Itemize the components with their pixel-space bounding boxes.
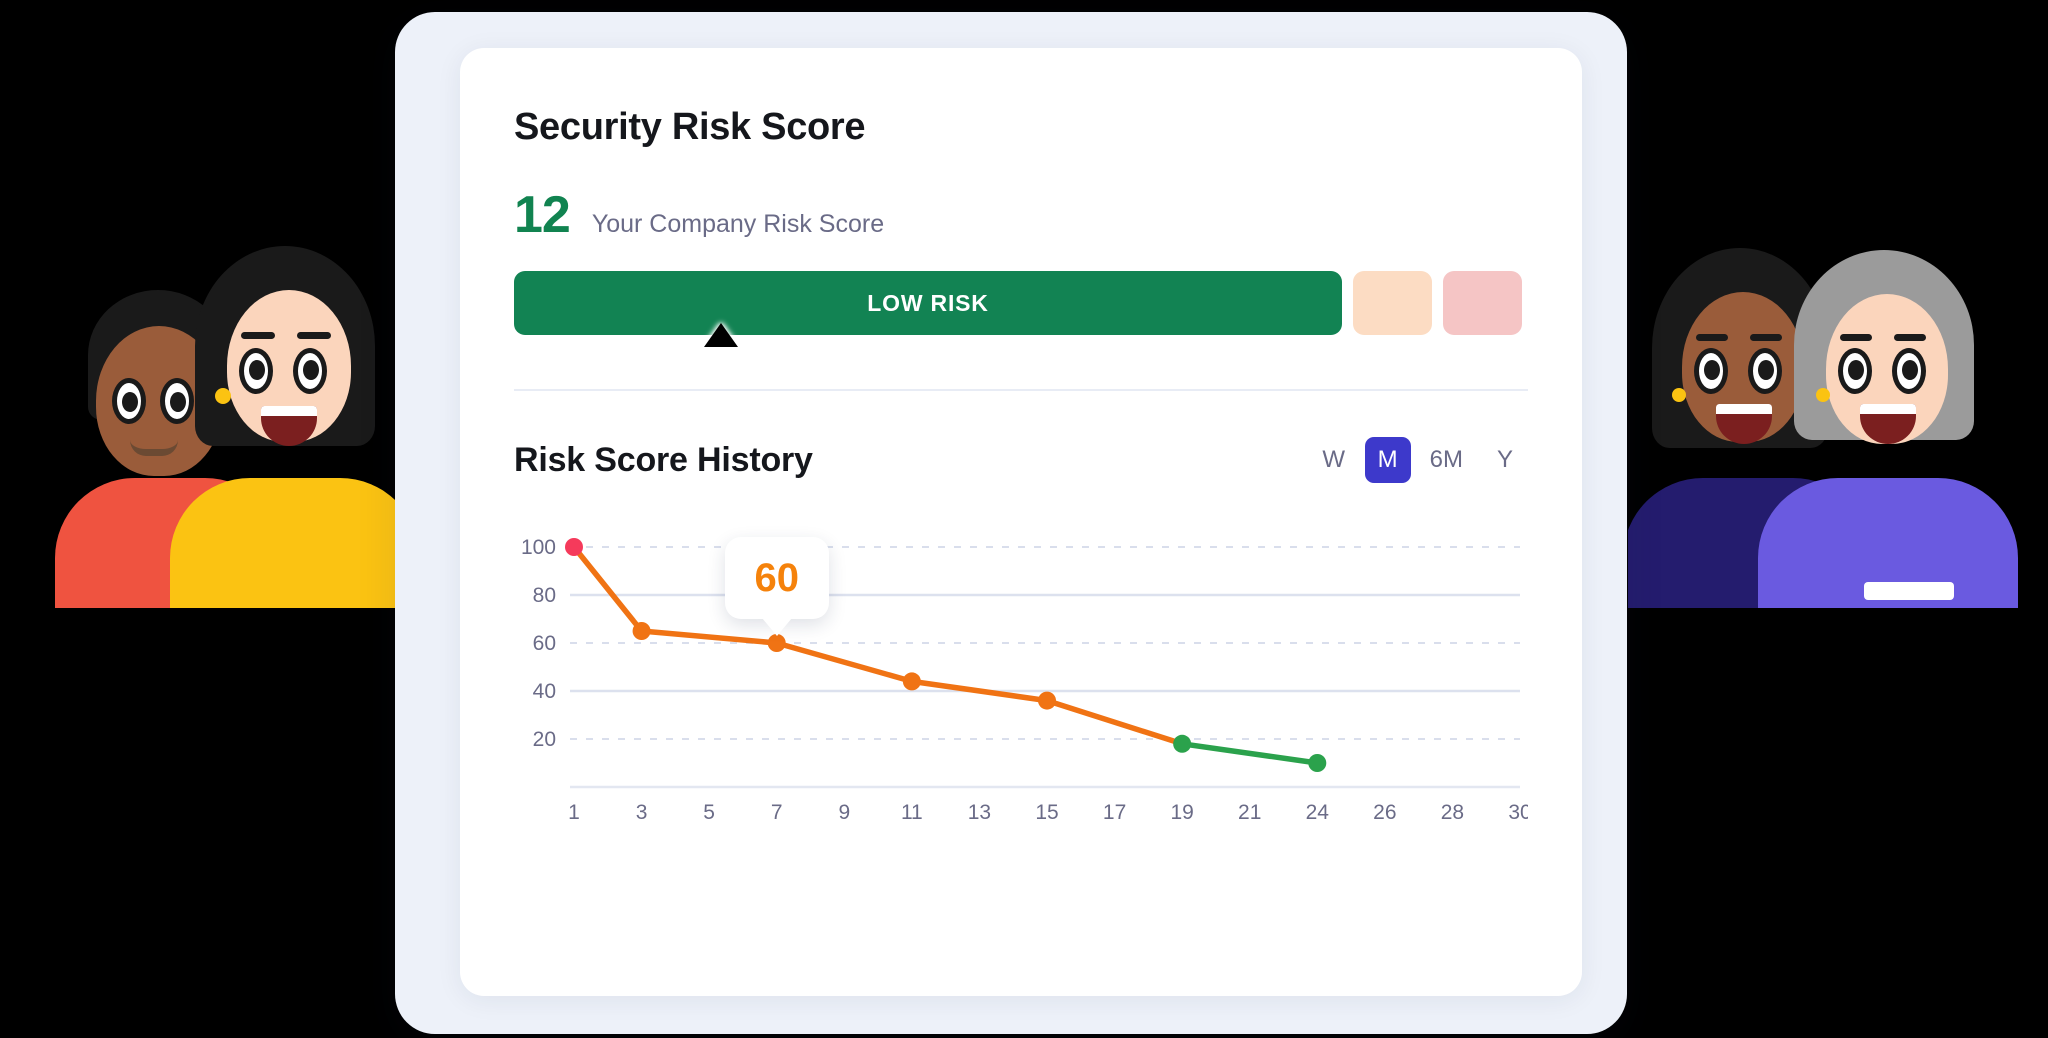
- illustration-people-right: [1628, 0, 2048, 1038]
- illustration-people-left: [0, 0, 400, 1038]
- chart-x-tick-label: 30: [1508, 801, 1528, 824]
- range-tab-week[interactable]: W: [1311, 437, 1357, 483]
- chart-value-tooltip: 60: [724, 537, 829, 619]
- risk-segment-low: LOW RISK: [514, 271, 1342, 335]
- chart-line-series: [571, 544, 1321, 766]
- chart-data-point: [565, 538, 583, 556]
- chart-data-points: [565, 538, 1327, 772]
- chart-y-tick-label: 40: [533, 680, 556, 703]
- person-illustration: [170, 246, 400, 608]
- chart-data-point: [1173, 734, 1192, 753]
- chart-x-tick-label: 26: [1373, 801, 1396, 824]
- range-tab-month[interactable]: M: [1364, 437, 1411, 483]
- chart-x-tick-label: 1: [568, 801, 580, 824]
- chart-y-tick-label: 100: [521, 536, 556, 559]
- chart-x-tick-label: 17: [1103, 801, 1126, 824]
- chart-y-axis-ticks: 100 80 60 40 20: [521, 536, 556, 751]
- chart-x-tick-label: 7: [771, 801, 783, 824]
- chart-y-tick-label: 60: [533, 632, 556, 655]
- chart-data-point: [902, 672, 921, 691]
- chart-line-segment: [1179, 741, 1321, 766]
- chart-x-tick-label: 24: [1306, 801, 1330, 824]
- chart-data-point: [1038, 691, 1056, 710]
- risk-level-label: LOW RISK: [867, 289, 989, 316]
- chart-x-tick-label: 13: [968, 801, 991, 824]
- range-tab-six-months[interactable]: 6M: [1419, 437, 1474, 483]
- chart-x-axis-ticks: 1 3 5 7 9 11 13 15 17 19 21 24 26 28 30: [568, 801, 1528, 824]
- chart-data-point: [1308, 754, 1327, 772]
- risk-score-value: 12: [514, 186, 571, 244]
- risk-history-title: Risk Score History: [514, 440, 813, 479]
- range-tab-group: W M 6M Y: [1311, 437, 1528, 483]
- chart-data-point: [632, 622, 651, 640]
- risk-history-header: Risk Score History W M 6M Y: [514, 391, 1528, 483]
- risk-segment-medium: [1353, 271, 1432, 335]
- risk-meter: LOW RISK: [514, 271, 1528, 347]
- score-row: 12 Your Company Risk Score: [514, 189, 1528, 241]
- chart-tooltip-value: 60: [754, 556, 799, 600]
- person-illustration: [55, 290, 285, 608]
- risk-history-chart[interactable]: 100 80 60 40 20 1 3 5 7 9 11 13 15 17 19 21 24 26 28 30 60: [514, 513, 1528, 833]
- risk-segment-high: [1443, 271, 1522, 335]
- screenshot-stage: Security Risk Score 12 Your Company Risk…: [0, 0, 2048, 1038]
- chart-y-tick-label: 80: [533, 584, 556, 607]
- range-tab-year[interactable]: Y: [1482, 437, 1528, 483]
- chart-x-tick-label: 15: [1035, 801, 1058, 824]
- page-title: Security Risk Score: [514, 106, 866, 148]
- chart-data-point: [767, 634, 786, 652]
- chart-line-segment: [571, 544, 645, 634]
- chart-x-tick-label: 28: [1441, 801, 1464, 824]
- chart-x-tick-label: 5: [703, 801, 715, 824]
- risk-score-caption: Your Company Risk Score: [591, 210, 885, 238]
- chart-x-tick-label: 19: [1170, 801, 1193, 824]
- risk-history-section: Risk Score History W M 6M Y 100 80 60 40 20 …: [460, 391, 1582, 833]
- chart-x-tick-label: 3: [636, 801, 648, 824]
- person-illustration: [1758, 250, 2018, 608]
- person-illustration: [1628, 248, 1873, 608]
- chart-line-segment: [773, 640, 915, 685]
- chart-line-segment: [638, 628, 780, 646]
- security-risk-score-card: Security Risk Score 12 Your Company Risk…: [460, 48, 1582, 996]
- chart-line-segment: [1044, 697, 1185, 747]
- chart-x-tick-label: 11: [901, 801, 923, 824]
- chart-gridlines: [570, 546, 1520, 789]
- score-section: Security Risk Score 12 Your Company Risk…: [460, 48, 1582, 391]
- risk-history-chart-svg: 10080604020 1 3 5 7 9 11 13 15 17 19 21 24 26 28 30: [521, 536, 1528, 824]
- triangle-up-marker-icon: [704, 323, 738, 347]
- chart-y-tick-label: 20: [533, 728, 556, 751]
- chart-x-tick-label: 9: [838, 801, 850, 824]
- chart-x-tick-label: 21: [1238, 801, 1261, 824]
